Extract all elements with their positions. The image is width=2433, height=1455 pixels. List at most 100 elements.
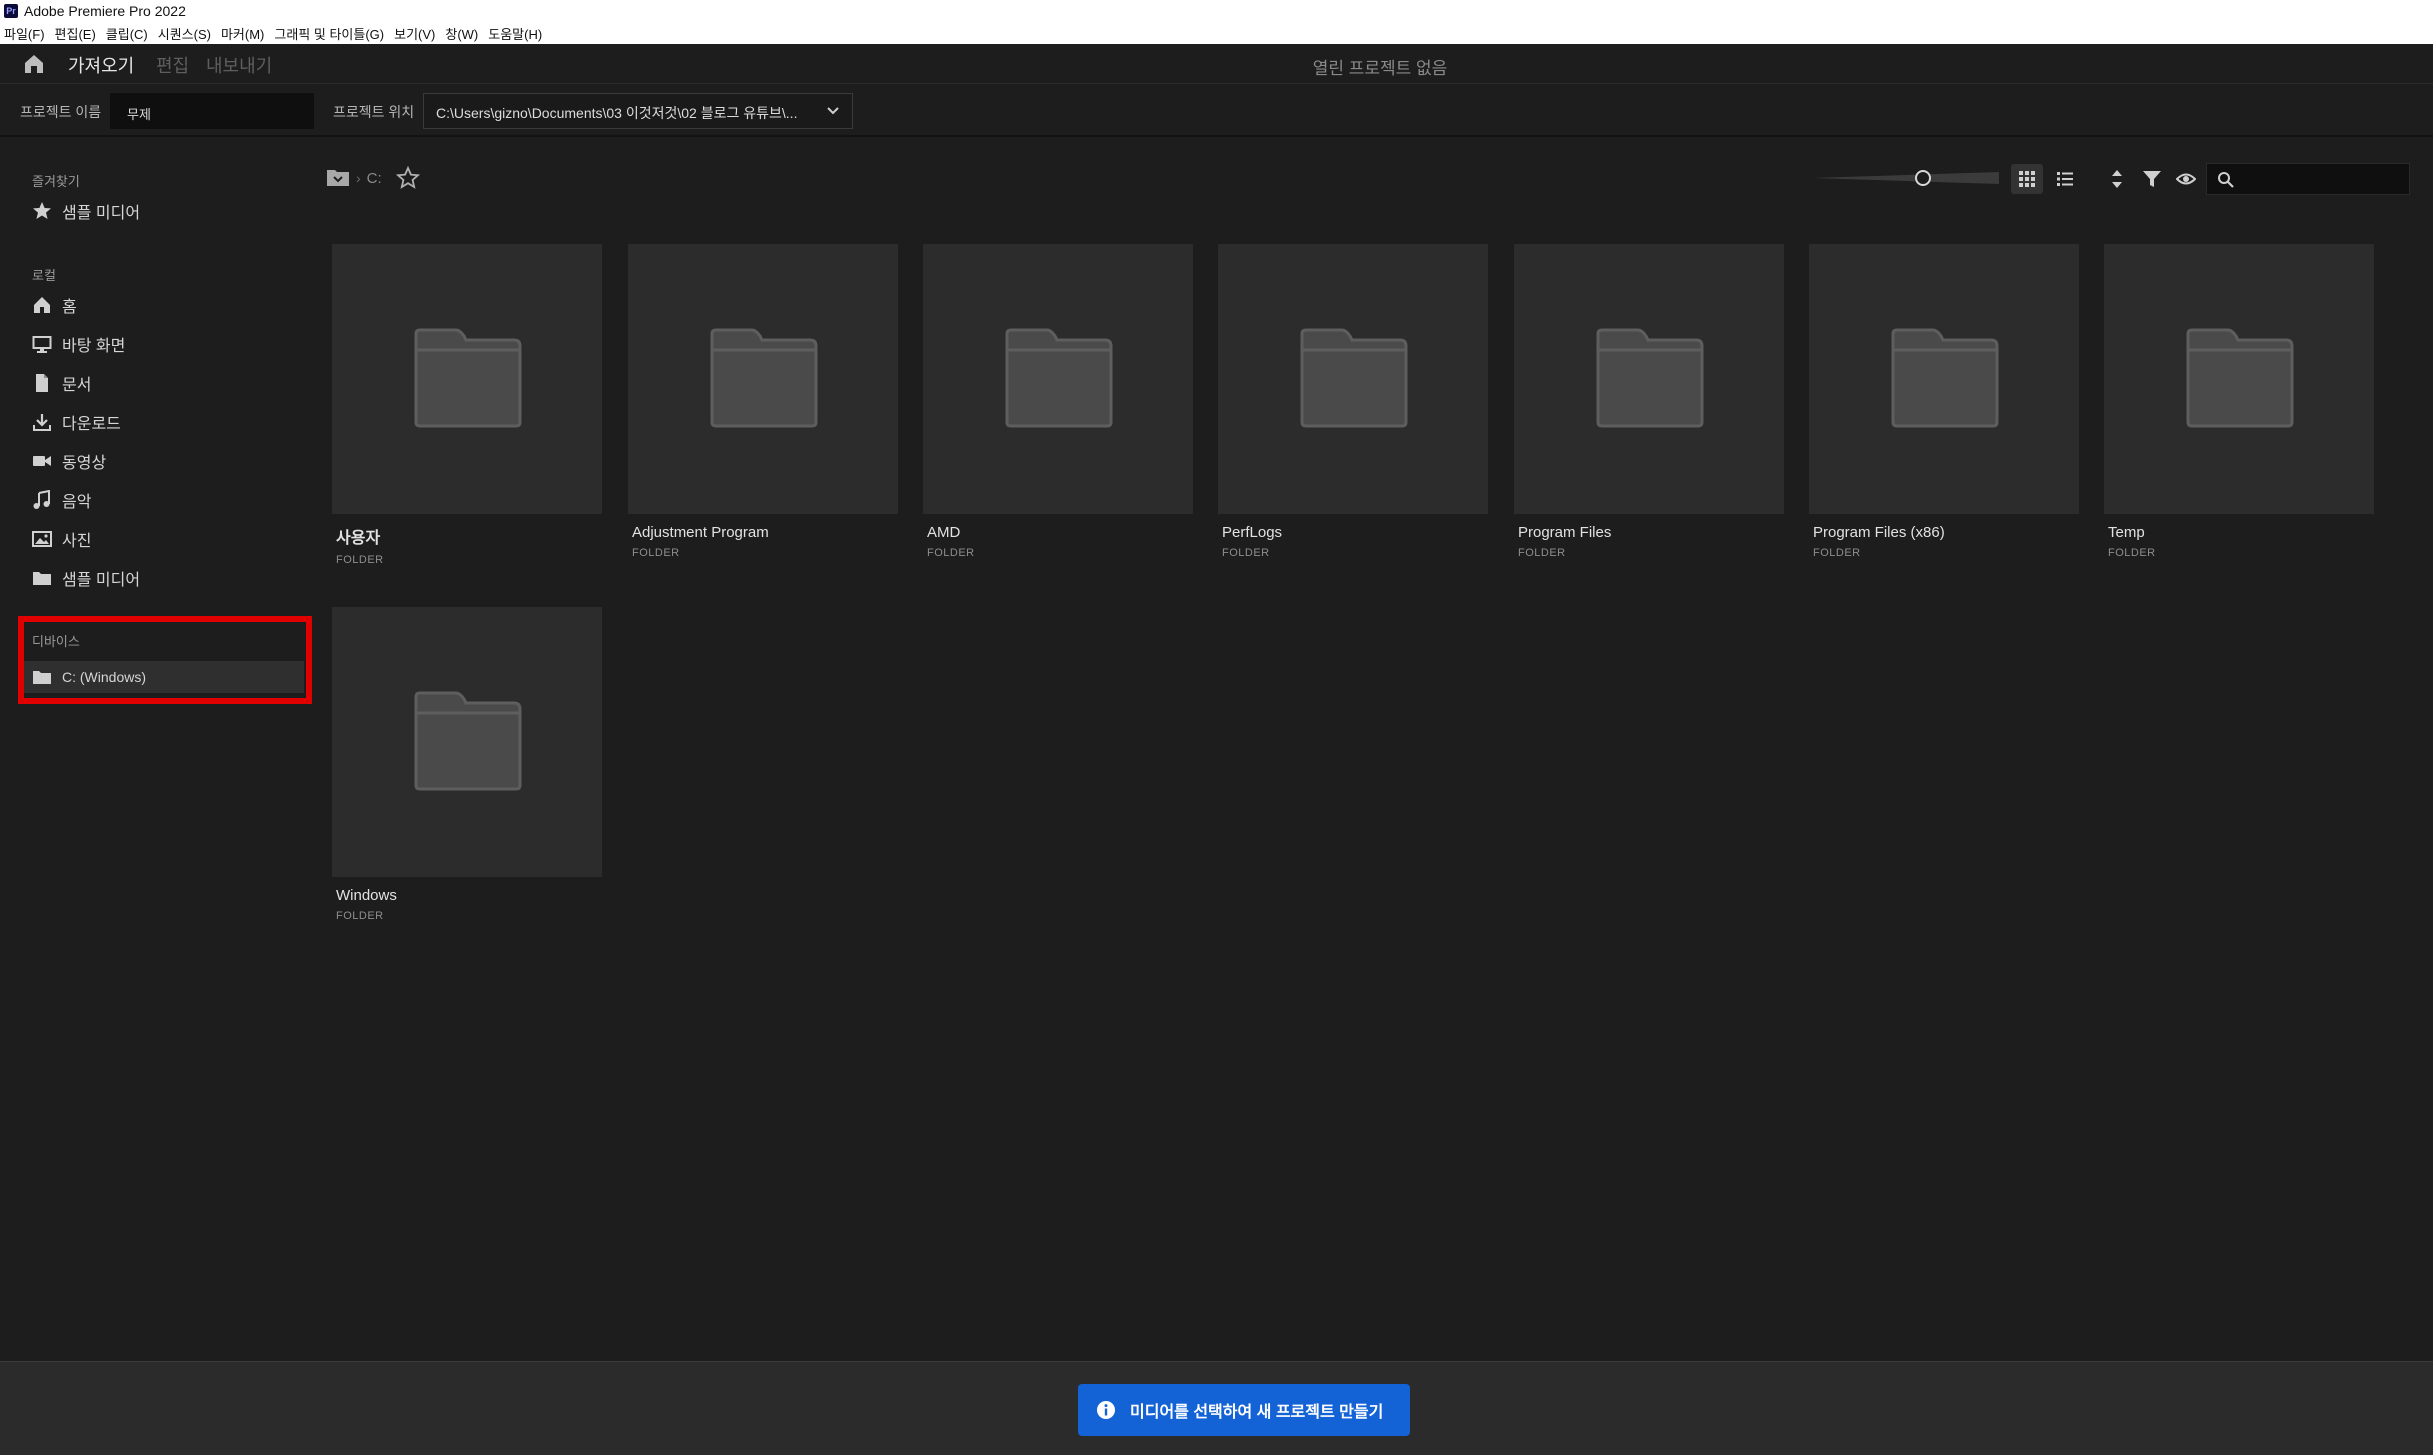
create-project-label: 미디어를 선택하여 새 프로젝트 만들기 [1130,1404,1384,1421]
filter-icon [2143,171,2161,187]
favorites-heading: 즐겨찾기 [32,174,80,189]
project-location-value: C:\Users\gizno\Documents\03 이것저것\02 블로그 … [436,105,798,121]
folder-icon [1300,328,1408,428]
folder-tile-windows[interactable]: Windows FOLDER [332,607,602,922]
menu-view[interactable]: 보기(V) [394,24,435,43]
home-icon[interactable] [22,52,46,76]
folder-tile-temp[interactable]: Temp FOLDER [2104,244,2374,559]
search-icon [2218,172,2234,188]
sidebar: 즐겨찾기 샘플 미디어 로컬 홈 바탕 화면 문서 다운로드 동영상 음악 사진… [0,139,320,1361]
menu-help[interactable]: 도움말(H) [488,24,542,43]
folder-icon [1005,328,1113,428]
breadcrumb-current[interactable]: C: [367,170,382,187]
visibility-button[interactable] [2170,164,2202,194]
folder-tile-program-files-x86[interactable]: Program Files (x86) FOLDER [1809,244,2079,559]
workspace-header: 가져오기 편집 내보내기 열린 프로젝트 없음 [0,44,2433,87]
sort-button[interactable] [2101,164,2133,194]
premiere-logo-icon: Pr [4,4,18,18]
folder-icon [414,328,522,428]
sidebar-item-desktop[interactable]: 바탕 화면 [24,328,304,360]
slider-thumb[interactable] [1915,170,1931,186]
tile-name: Program Files (x86) [1813,524,1945,541]
folder-tile-program-files[interactable]: Program Files FOLDER [1514,244,1784,559]
folder-tile-perflogs[interactable]: PerfLogs FOLDER [1218,244,1488,559]
create-project-button[interactable]: 미디어를 선택하여 새 프로젝트 만들기 [1078,1384,1410,1436]
menu-clip[interactable]: 클립(C) [106,24,148,43]
sidebar-item-home[interactable]: 홈 [24,289,304,321]
tab-edit[interactable]: 편집 [156,52,189,78]
list-view-button[interactable] [2049,164,2081,194]
project-name-input[interactable]: 무제 [110,93,314,129]
folder-icon [414,691,522,791]
folder-thumbnail [1809,244,2079,514]
tile-name: Temp [2108,524,2145,541]
sidebar-item-downloads[interactable]: 다운로드 [24,406,304,438]
tab-import[interactable]: 가져오기 [68,52,135,87]
project-name-label: 프로젝트 이름 [20,104,102,120]
menu-edit[interactable]: 편집(E) [55,24,96,43]
folder-icon [1596,328,1704,428]
folder-thumbnail [2104,244,2374,514]
document-icon [36,374,48,392]
sidebar-item-videos[interactable]: 동영상 [24,445,304,477]
folder-icon [2186,328,2294,428]
home-icon [34,297,50,313]
project-location-select[interactable]: C:\Users\gizno\Documents\03 이것저것\02 블로그 … [423,93,853,129]
tile-name: 사용자 [336,530,381,547]
tile-name: Adjustment Program [632,524,769,541]
project-bar: 프로젝트 이름 무제 프로젝트 위치 C:\Users\gizno\Docume… [0,85,2433,137]
grid-view-button[interactable] [2011,164,2043,194]
folder-thumbnail [332,244,602,514]
search-input[interactable] [2241,167,2403,191]
tile-kind: FOLDER [336,910,384,922]
menu-bar: 파일(F) 편집(E) 클립(C) 시퀀스(S) 마커(M) 그래픽 및 타이틀… [0,22,2433,44]
footer-bar: 미디어를 선택하여 새 프로젝트 만들기 [0,1361,2433,1455]
info-icon [1097,1401,1115,1419]
tile-kind: FOLDER [2108,547,2156,559]
tile-kind: FOLDER [336,554,384,566]
title-bar: Pr Adobe Premiere Pro 2022 [0,0,2433,22]
chevron-down-icon [827,107,839,115]
sidebar-item-photos[interactable]: 사진 [24,523,304,555]
star-outline-icon[interactable] [395,166,420,190]
search-box[interactable] [2206,163,2410,195]
tile-kind: FOLDER [632,547,680,559]
tab-export[interactable]: 내보내기 [206,52,272,78]
local-heading: 로컬 [32,268,56,283]
highlight-box [18,616,312,704]
folder-tile-amd[interactable]: AMD FOLDER [923,244,1193,559]
menu-file[interactable]: 파일(F) [4,24,45,43]
folder-tile-users[interactable]: 사용자 FOLDER [332,244,602,566]
folder-thumbnail [332,607,602,877]
folder-thumbnail [923,244,1193,514]
desktop-icon [32,336,52,353]
menu-graphics[interactable]: 그래픽 및 타이틀(G) [274,24,384,43]
sidebar-item-documents[interactable]: 문서 [24,367,304,399]
folder-thumbnail [1514,244,1784,514]
breadcrumb: › C: [326,164,420,192]
menu-markers[interactable]: 마커(M) [221,24,264,43]
video-icon [33,456,51,466]
sort-icon [2112,170,2122,188]
folder-nav-icon[interactable] [326,166,350,190]
tile-name: PerfLogs [1222,524,1283,541]
tile-name: AMD [927,524,961,541]
music-icon [33,490,50,509]
project-status: 열린 프로젝트 없음 [1312,59,1448,78]
sidebar-item-sample-media-favorite[interactable]: 샘플 미디어 [24,195,304,227]
download-icon [33,414,51,431]
folder-tile-adjustment-program[interactable]: Adjustment Program FOLDER [628,244,898,559]
menu-sequence[interactable]: 시퀀스(S) [158,24,211,43]
folder-icon [710,328,818,428]
window-title: Adobe Premiere Pro 2022 [24,3,186,19]
thumbnail-size-slider[interactable] [1813,170,1999,186]
filter-button[interactable] [2136,164,2168,194]
tile-kind: FOLDER [1222,547,1270,559]
menu-window[interactable]: 창(W) [445,24,478,43]
folder-thumbnail [628,244,898,514]
sidebar-item-sample-media[interactable]: 샘플 미디어 [24,562,304,594]
eye-icon [2176,173,2196,185]
tile-kind: FOLDER [1518,547,1566,559]
sidebar-item-music[interactable]: 음악 [24,484,304,516]
grid-icon [2019,171,2035,187]
